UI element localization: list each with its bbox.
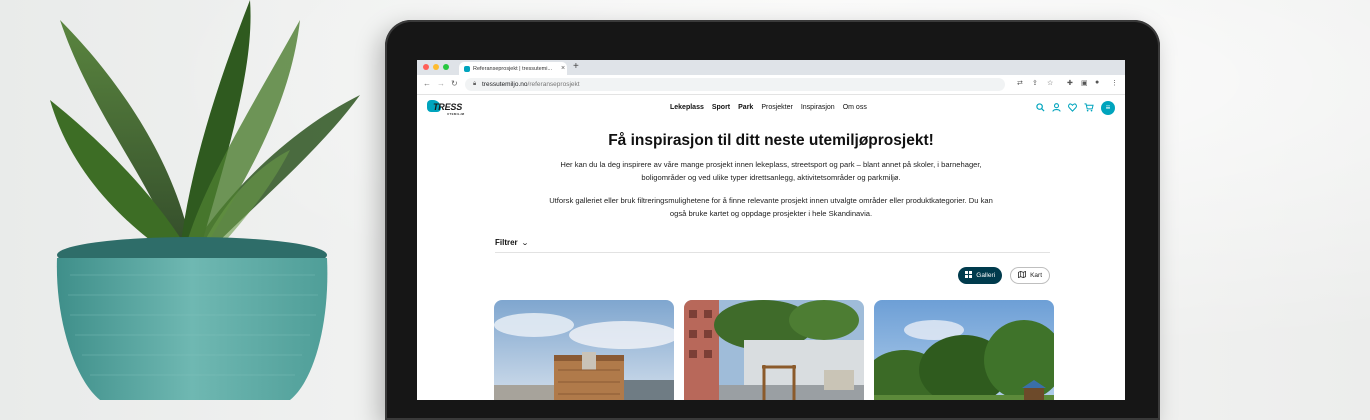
sidepanel-icon[interactable]: ▣: [1081, 79, 1088, 87]
user-icon[interactable]: [1052, 102, 1061, 114]
lock-icon: 🔒︎: [473, 81, 477, 87]
nav-inspirasjon[interactable]: Inspirasjon: [801, 104, 835, 111]
project-gallery: [494, 300, 1054, 400]
address-bar[interactable]: 🔒︎ tressutemiljo.no/referanseprosjekt: [465, 78, 1005, 91]
extensions-icon[interactable]: ✚: [1067, 79, 1073, 87]
chevron-down-icon: ⌄: [520, 240, 529, 247]
url-path: /referanseprosjekt: [527, 81, 580, 88]
nav-prosjekter[interactable]: Prosjekter: [761, 104, 793, 111]
browser-tab[interactable]: Referanseprosjekt | tressutemi... ×: [459, 62, 567, 75]
laptop-screen: Referanseprosjekt | tressutemi... × + ← …: [417, 60, 1125, 400]
forward-icon[interactable]: →: [437, 79, 445, 88]
header-actions: ≡: [1036, 101, 1115, 115]
heart-icon[interactable]: [1068, 102, 1077, 114]
bookmark-star-icon[interactable]: ☆: [1047, 79, 1053, 87]
reload-icon[interactable]: ↻: [451, 79, 458, 88]
profile-icon[interactable]: ●: [1095, 79, 1099, 86]
cart-icon[interactable]: [1084, 102, 1094, 114]
close-window-button[interactable]: [423, 64, 429, 70]
share-icon[interactable]: ⇪: [1032, 79, 1038, 87]
plant-photo: [50, 0, 360, 400]
view-toggle: Galleri Kart: [958, 267, 1050, 284]
browser-toolbar: ← → ↻ 🔒︎ tressutemiljo.no/referanseprosj…: [417, 75, 1125, 95]
intro-paragraph: Her kan du la deg inspirere av våre mang…: [560, 160, 982, 182]
gallery-view-button[interactable]: Galleri: [958, 267, 1003, 284]
maximize-window-button[interactable]: [443, 64, 449, 70]
nav-lekeplass[interactable]: Lekeplass: [670, 104, 704, 111]
map-label: Kart: [1030, 272, 1042, 279]
map-view-button[interactable]: Kart: [1010, 267, 1050, 284]
tab-title: Referanseprosjekt | tressutemi...: [473, 65, 553, 72]
logo-wordmark: TRESS: [433, 102, 463, 112]
translate-icon[interactable]: ⇄: [1017, 79, 1023, 87]
tab-close-button[interactable]: ×: [559, 65, 567, 72]
new-tab-button[interactable]: +: [573, 61, 579, 72]
gallery-label: Galleri: [976, 272, 996, 279]
back-icon[interactable]: ←: [423, 79, 431, 88]
menu-icon[interactable]: ≡: [1101, 101, 1115, 115]
grid-icon: [965, 271, 973, 280]
browser-tabbar: Referanseprosjekt | tressutemi... × +: [417, 60, 1125, 75]
logo-subtitle: UTEMILJØ: [447, 112, 465, 116]
map-icon: [1018, 270, 1026, 280]
favicon-icon: [464, 65, 470, 72]
nav-sport[interactable]: Sport: [712, 104, 730, 111]
minimize-window-button[interactable]: [433, 64, 439, 70]
intro-paragraph-2: Utforsk galleriet eller bruk filtrerings…: [549, 196, 993, 218]
filter-label: Filtrer: [495, 238, 518, 247]
project-card[interactable]: [684, 300, 864, 400]
page-title: Få inspirasjon til ditt neste utemiljøpr…: [608, 132, 934, 149]
browser-menu-icon[interactable]: ⋮: [1111, 79, 1118, 87]
project-card[interactable]: [494, 300, 674, 400]
main-nav: Lekeplass Sport Park Prosjekter Inspiras…: [670, 104, 867, 111]
search-icon[interactable]: [1036, 102, 1045, 114]
project-photo-schoolyard: [494, 300, 674, 400]
project-card[interactable]: [874, 300, 1054, 400]
window-controls: [423, 64, 449, 70]
project-photo-park: [874, 300, 1054, 400]
site-header: TRESS UTEMILJØ Lekeplass Sport Park Pros…: [417, 95, 1125, 121]
project-photo-street-park: [684, 300, 864, 400]
filter-toggle[interactable]: Filtrer ⌄: [495, 238, 1050, 253]
nav-park[interactable]: Park: [738, 104, 753, 111]
nav-om-oss[interactable]: Om oss: [843, 104, 867, 111]
tress-logo[interactable]: TRESS UTEMILJØ: [427, 99, 469, 117]
url-domain: tressutemiljo.no: [482, 81, 528, 88]
